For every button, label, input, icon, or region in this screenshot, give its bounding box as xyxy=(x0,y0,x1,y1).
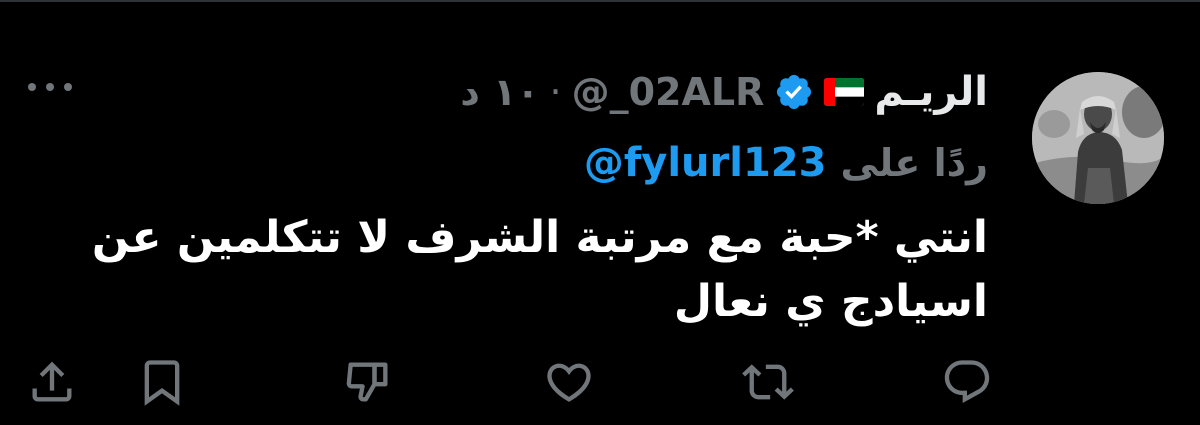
tweet[interactable]: الريـم @_02ALR · ١٠ د ردًا على @fylurl12… xyxy=(0,0,1200,425)
action-bar xyxy=(0,356,1200,416)
verified-badge-icon[interactable] xyxy=(774,72,814,112)
dislike-icon[interactable] xyxy=(342,356,394,408)
retweet-icon[interactable] xyxy=(742,356,794,408)
tweet-body-line: اسيادج ي نعال xyxy=(673,276,988,327)
reply-mention-link[interactable]: @fylurl123 xyxy=(584,140,827,186)
like-icon[interactable] xyxy=(543,356,595,408)
tweet-body: انتي *حبة مع مرتبة الشرف لا تتكلمين عن ا… xyxy=(88,206,988,334)
tweet-body-line: انتي *حبة مع مرتبة الشرف لا تتكلمين عن xyxy=(91,212,988,263)
uae-flag-icon xyxy=(824,78,865,106)
time-separator: · xyxy=(549,70,562,114)
avatar[interactable] xyxy=(1032,72,1164,204)
more-dot xyxy=(28,83,36,91)
reply-context: ردًا على @fylurl123 xyxy=(584,135,988,191)
share-icon[interactable] xyxy=(26,356,78,408)
more-options-icon[interactable] xyxy=(28,72,72,102)
display-name[interactable]: الريـم xyxy=(874,69,988,115)
more-dot xyxy=(64,83,72,91)
timestamp[interactable]: ١٠ د xyxy=(460,70,539,114)
reply-icon[interactable] xyxy=(941,356,993,408)
user-handle[interactable]: @_02ALR xyxy=(572,70,765,114)
reply-prefix: ردًا على xyxy=(840,141,988,185)
tweet-header: الريـم @_02ALR · ١٠ د xyxy=(460,62,988,122)
avatar-image xyxy=(1032,72,1164,204)
more-dot xyxy=(46,83,54,91)
bookmark-icon[interactable] xyxy=(136,356,188,408)
